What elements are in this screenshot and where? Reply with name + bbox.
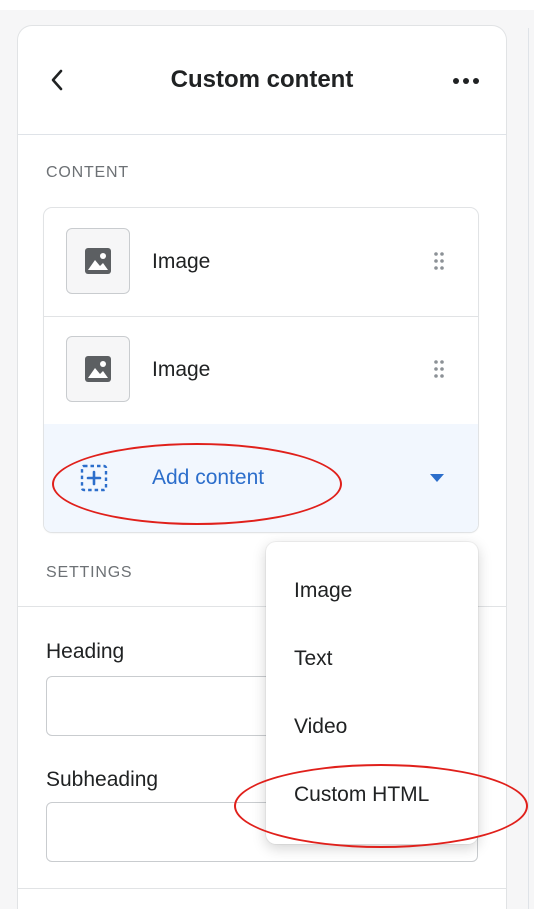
horizontal-dots-icon [453, 78, 479, 84]
heading-field-label: Heading [46, 640, 125, 663]
drag-handle-icon[interactable] [432, 358, 446, 380]
menu-item-image[interactable]: Image [266, 558, 478, 624]
menu-item-custom-html[interactable]: Custom HTML [266, 762, 478, 828]
content-item-label: Image [152, 250, 211, 273]
section-divider [18, 888, 506, 889]
content-item-label: Image [152, 358, 211, 381]
add-block-icon [80, 464, 108, 492]
menu-item-video[interactable]: Video [266, 694, 478, 760]
content-section-label: CONTENT [46, 164, 129, 181]
content-block-list: Image Image Add content [44, 208, 478, 532]
panel-header: Custom content [18, 26, 506, 135]
content-item-image-1[interactable]: Image [44, 208, 478, 317]
top-strip [0, 0, 534, 10]
preview-divider [528, 28, 529, 909]
menu-item-text[interactable]: Text [266, 626, 478, 692]
more-actions-button[interactable] [446, 66, 486, 96]
image-thumbnail [66, 336, 130, 402]
image-icon [85, 248, 111, 274]
image-icon [85, 356, 111, 382]
add-content-menu: Image Text Video Custom HTML [266, 542, 478, 844]
add-content-button[interactable]: Add content [44, 424, 478, 532]
settings-section-label: SETTINGS [46, 564, 133, 581]
drag-handle-icon[interactable] [432, 250, 446, 272]
page-title: Custom content [170, 66, 354, 93]
image-thumbnail [66, 228, 130, 294]
subheading-field-label: Subheading [46, 768, 159, 791]
content-item-image-2[interactable]: Image [44, 316, 478, 425]
caret-down-icon [430, 474, 444, 482]
add-content-label: Add content [152, 466, 265, 489]
